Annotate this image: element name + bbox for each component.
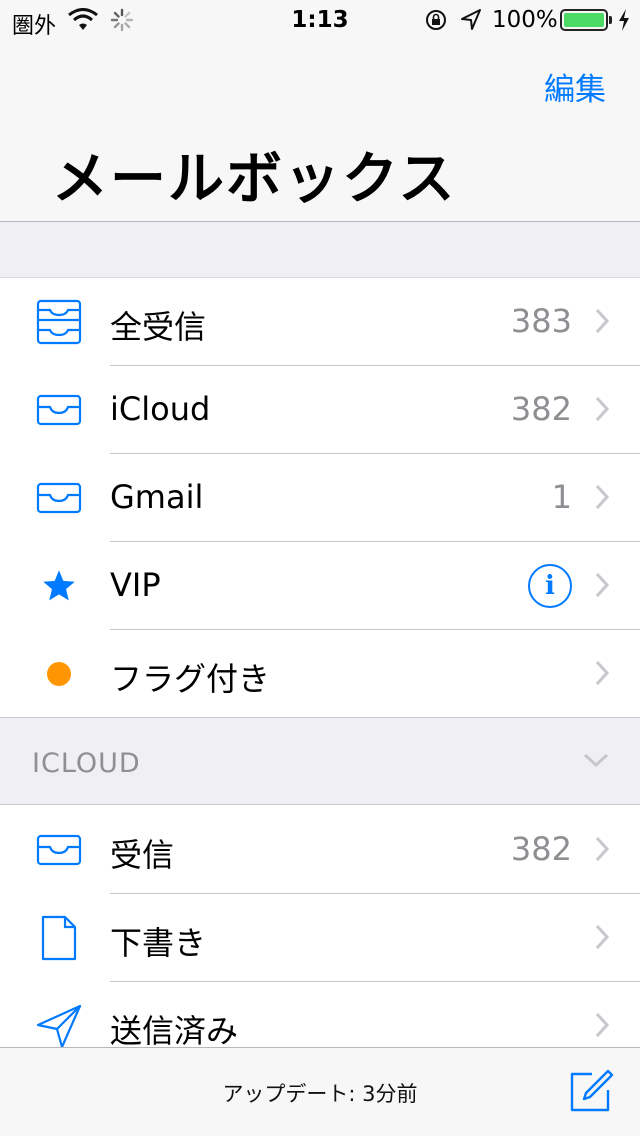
inbox-icon	[34, 826, 84, 874]
page-title: メールボックス	[52, 147, 457, 212]
icloud-section-header[interactable]: ICLOUD	[0, 717, 640, 805]
chevron-right-icon	[594, 659, 610, 691]
paper-plane-icon	[34, 1002, 84, 1047]
mailbox-label: Gmail	[110, 478, 204, 516]
battery-percent: 100%	[492, 7, 558, 33]
mailbox-row-vip[interactable]: VIP i	[0, 542, 640, 630]
navigation-bar: 編集 メールボックス	[0, 40, 640, 222]
document-icon	[34, 914, 84, 962]
chevron-right-icon	[594, 923, 610, 955]
info-button[interactable]: i	[528, 564, 572, 608]
mailbox-row-gmail[interactable]: Gmail 1	[0, 454, 640, 542]
star-icon	[34, 562, 84, 610]
folder-label: 下書き	[110, 924, 207, 962]
icloud-folder-list: 受信 382 下書き 送信済み	[0, 806, 640, 1047]
chevron-right-icon	[594, 307, 610, 339]
mailbox-row-icloud[interactable]: iCloud 382	[0, 366, 640, 454]
folder-label: 送信済み	[110, 1012, 239, 1047]
folder-row-sent[interactable]: 送信済み	[0, 982, 640, 1047]
flag-dot-icon	[34, 650, 84, 698]
chevron-right-icon	[594, 571, 610, 603]
mailbox-label: VIP	[110, 566, 161, 604]
all-inbox-icon	[34, 298, 84, 346]
chevron-right-icon	[594, 835, 610, 867]
mailbox-row-flagged[interactable]: フラグ付き	[0, 630, 640, 718]
status-bar: 圏外 1:13 100%	[0, 0, 640, 40]
update-status: アップデート: 3分前	[222, 1082, 418, 1106]
orientation-lock-icon	[424, 8, 448, 38]
compose-button[interactable]	[568, 1068, 614, 1118]
folder-row-inbox[interactable]: 受信 382	[0, 806, 640, 894]
mailbox-label: 全受信	[110, 308, 207, 346]
section-spacer	[0, 222, 640, 278]
mailbox-list: 全受信 383 iCloud 382 Gmail 1 VIP i フラグ付き	[0, 278, 640, 718]
section-title: ICLOUD	[32, 748, 141, 779]
mailbox-label: フラグ付き	[110, 660, 271, 698]
mailbox-row-all-inbox[interactable]: 全受信 383	[0, 278, 640, 366]
bottom-toolbar: アップデート: 3分前	[0, 1047, 640, 1136]
inbox-icon	[34, 474, 84, 522]
chevron-right-icon	[594, 395, 610, 427]
folder-row-drafts[interactable]: 下書き	[0, 894, 640, 982]
battery-icon	[560, 9, 612, 31]
location-arrow-icon	[460, 8, 482, 38]
unread-count: 383	[510, 302, 572, 340]
charging-bolt-icon	[617, 8, 631, 38]
chevron-right-icon	[594, 483, 610, 515]
unread-count: 382	[510, 830, 572, 868]
unread-count: 382	[510, 390, 572, 428]
mailbox-label: iCloud	[110, 390, 211, 428]
chevron-right-icon	[594, 1011, 610, 1043]
chevron-down-icon[interactable]	[582, 752, 610, 772]
unread-count: 1	[551, 478, 572, 516]
edit-button[interactable]: 編集	[544, 64, 606, 109]
folder-label: 受信	[110, 836, 175, 874]
inbox-icon	[34, 386, 84, 434]
